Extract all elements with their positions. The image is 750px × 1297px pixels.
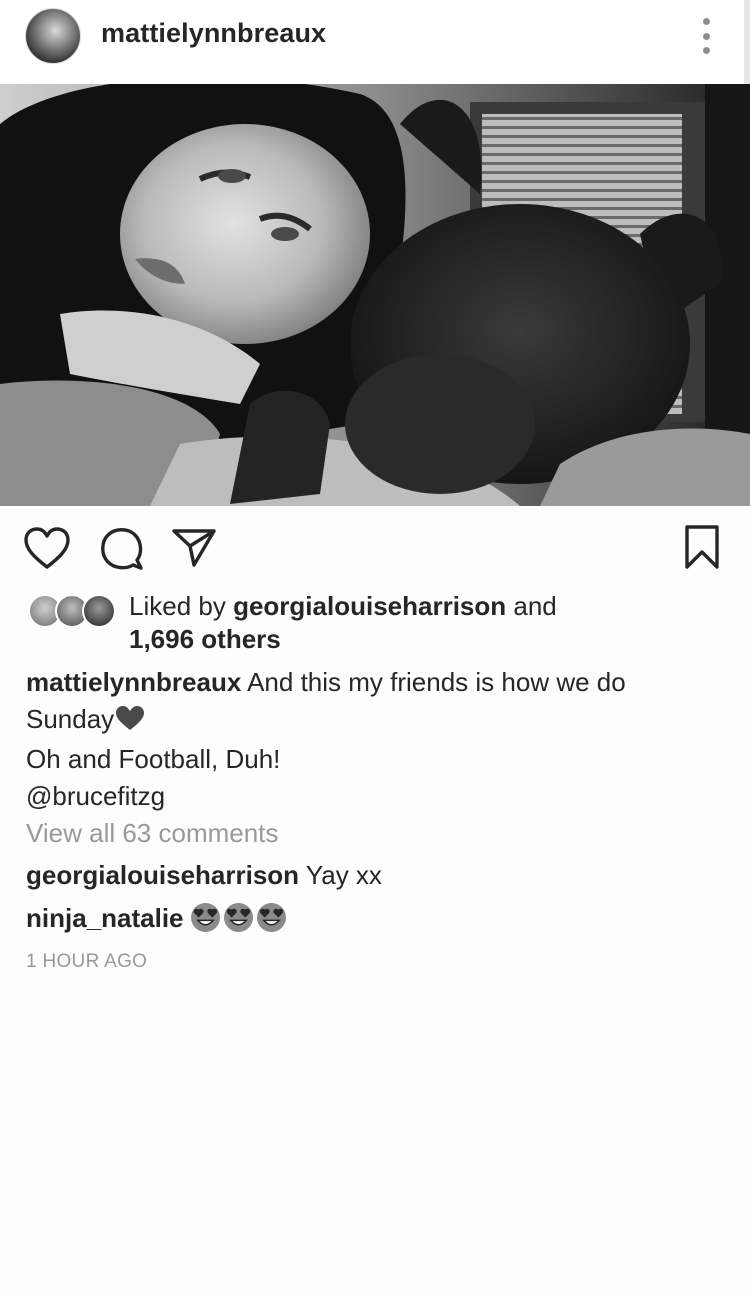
liker-username[interactable]: georgialouiseharrison [233, 591, 506, 621]
heart-outline-icon[interactable] [24, 527, 70, 569]
view-all-comments-link[interactable]: View all 63 comments [26, 818, 278, 849]
post-header: mattielynnbreaux [0, 0, 750, 84]
heart-eyes-emoji-icon [190, 902, 289, 940]
post-photo[interactable] [0, 84, 750, 506]
likes-conjunction: and [506, 591, 557, 621]
paper-plane-icon[interactable] [172, 528, 216, 568]
comment-bubble-icon[interactable] [100, 527, 144, 571]
black-heart-emoji-icon [115, 704, 145, 741]
likes-prefix: Liked by [129, 591, 234, 621]
bookmark-icon[interactable] [684, 524, 720, 570]
likes-count[interactable]: 1,696 others [129, 624, 281, 655]
comment-text: Yay xx [299, 860, 382, 890]
liker-avatar [82, 594, 116, 628]
author-avatar[interactable] [25, 8, 81, 64]
more-options-icon[interactable] [694, 18, 718, 54]
instagram-post-screen: mattielynnbreaux Liked by georgialouiseh… [0, 0, 750, 1297]
caption-text: Sunday [26, 704, 115, 734]
comment-item: ninja_natalie [26, 902, 289, 940]
liker-avatars[interactable] [28, 594, 120, 628]
caption-text: And this my friends is how we do [241, 667, 626, 697]
post-caption: mattielynnbreaux And this my friends is … [26, 664, 726, 815]
comment-username[interactable]: ninja_natalie [26, 903, 184, 933]
post-timestamp: 1 HOUR AGO [26, 951, 148, 972]
caption-text: Oh and Football, Duh! [26, 744, 281, 774]
scrollbar[interactable] [744, 0, 750, 84]
caption-username[interactable]: mattielynnbreaux [26, 667, 241, 697]
comment-username[interactable]: georgialouiseharrison [26, 860, 299, 890]
author-username[interactable]: mattielynnbreaux [101, 18, 326, 49]
caption-mention[interactable]: @brucefitzg [26, 778, 726, 815]
comment-item: georgialouiseharrison Yay xx [26, 860, 382, 891]
likes-summary[interactable]: Liked by georgialouiseharrison and [129, 591, 557, 622]
